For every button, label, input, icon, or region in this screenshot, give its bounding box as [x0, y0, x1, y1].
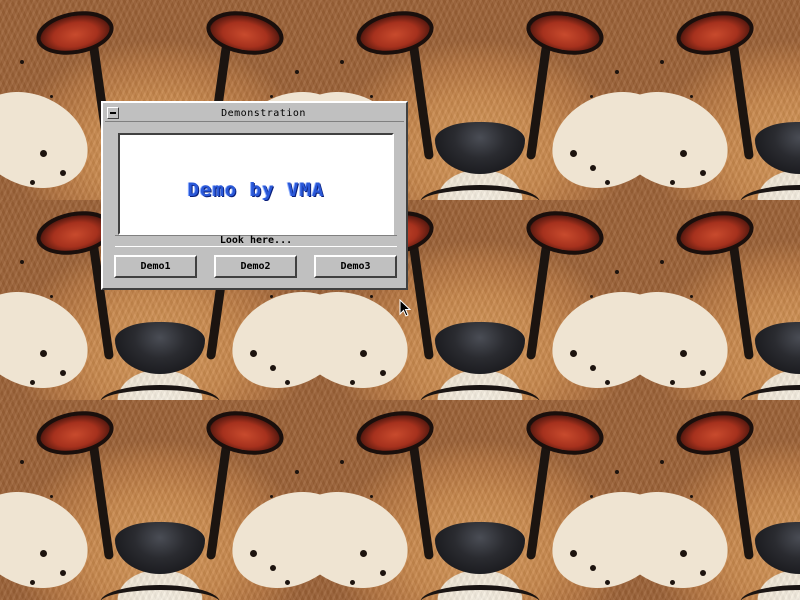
wallpaper-tile [640, 400, 800, 600]
wallpaper-tile [640, 0, 800, 200]
demo-display-text: Demo by VMA [187, 179, 325, 201]
status-bar: Look here... [115, 235, 397, 247]
window-titlebar[interactable]: Demonstration [105, 106, 404, 122]
minus-icon [110, 112, 116, 114]
system-menu-button[interactable] [107, 107, 119, 119]
demo2-button[interactable]: Demo2 [214, 255, 297, 278]
demo3-button[interactable]: Demo3 [314, 255, 397, 278]
wallpaper-tile [320, 400, 640, 600]
arrow-cursor-icon [399, 299, 411, 317]
status-text: Look here... [219, 235, 293, 246]
wallpaper-tile [640, 200, 800, 400]
demo-display-panel: Demo by VMA [118, 133, 394, 235]
demo1-button[interactable]: Demo1 [114, 255, 197, 278]
demonstration-window: Demonstration Demo by VMA Look here... D… [101, 101, 408, 290]
wallpaper-tile [0, 400, 320, 600]
window-title: Demonstration [221, 108, 306, 119]
